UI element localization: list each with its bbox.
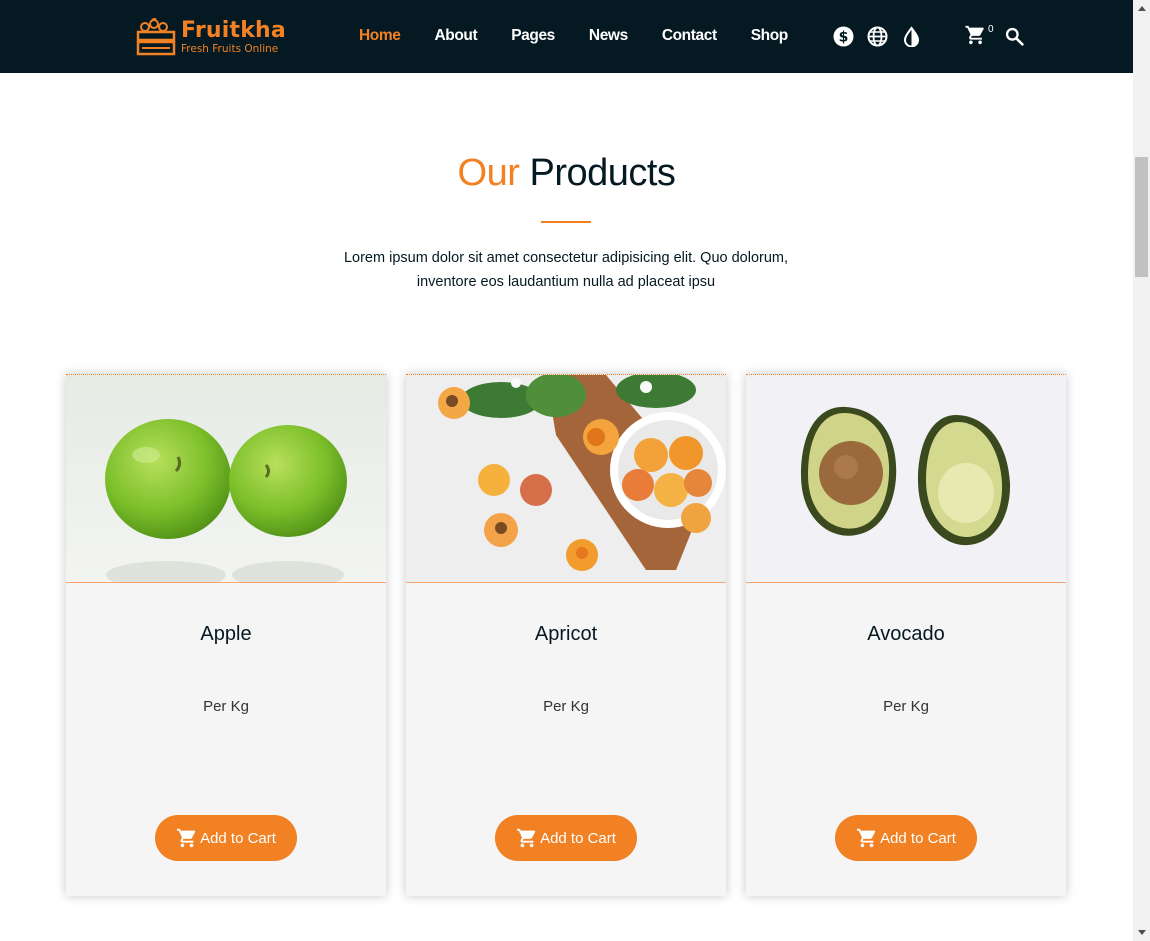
product-image-avocado[interactable] — [746, 375, 1066, 583]
product-name: Avocado — [867, 623, 945, 645]
add-to-cart-button[interactable]: Add to Cart — [495, 815, 637, 861]
section-title: Our Products — [0, 152, 1133, 195]
nav-pages[interactable]: Pages — [511, 27, 555, 45]
product-name: Apple — [200, 623, 252, 645]
add-to-cart-label: Add to Cart — [880, 829, 956, 847]
site-logo[interactable]: Fruitkha Fresh Fruits Online — [136, 18, 286, 56]
cart-button[interactable]: 0 — [964, 24, 994, 46]
add-to-cart-label: Add to Cart — [540, 829, 616, 847]
page: Fruitkha Fresh Fruits Online Home About … — [0, 0, 1133, 941]
product-card-apple: Apple Per Kg Add to Cart — [66, 374, 386, 896]
cart-icon — [965, 25, 984, 45]
top-header: Fruitkha Fresh Fruits Online Home About … — [0, 0, 1133, 73]
currency-icon[interactable]: $ — [832, 25, 854, 47]
cart-count: 0 — [988, 24, 994, 35]
add-to-cart-button[interactable]: Add to Cart — [835, 815, 977, 861]
globe-icon[interactable] — [866, 25, 888, 47]
logo-name: Fruitkha — [181, 17, 286, 43]
product-image-apple[interactable] — [66, 375, 386, 583]
product-card-apricot: Apricot Per Kg Add to Cart — [406, 374, 726, 896]
nav-news[interactable]: News — [589, 27, 628, 45]
scrollbar-thumb[interactable] — [1135, 157, 1148, 277]
title-rest: Products — [529, 152, 676, 194]
product-unit: Per Kg — [543, 698, 589, 715]
title-highlight: Our — [457, 152, 520, 194]
scroll-down-arrow-icon[interactable] — [1138, 930, 1146, 935]
add-to-cart-button[interactable]: Add to Cart — [155, 815, 297, 861]
cart-icon — [516, 828, 536, 848]
cart-icon — [856, 828, 876, 848]
section-intro: Lorem ipsum dolor sit amet consectetur a… — [300, 246, 832, 294]
product-image-apricot[interactable] — [406, 375, 726, 583]
logo-tagline: Fresh Fruits Online — [181, 42, 279, 55]
search-icon[interactable] — [1004, 26, 1025, 51]
nav-about[interactable]: About — [434, 27, 477, 45]
title-divider — [541, 221, 591, 223]
nav-contact[interactable]: Contact — [662, 27, 717, 45]
page-scrollbar[interactable] — [1133, 0, 1150, 941]
intro-line-1: Lorem ipsum dolor sit amet consectetur a… — [343, 250, 789, 266]
contrast-icon[interactable] — [900, 25, 922, 47]
product-unit: Per Kg — [203, 698, 249, 715]
intro-line-2: inventore eos laudantium nulla ad placea… — [416, 274, 716, 290]
product-unit: Per Kg — [883, 698, 929, 715]
add-to-cart-label: Add to Cart — [200, 829, 276, 847]
product-card-avocado: Avocado Per Kg Add to Cart — [746, 374, 1066, 896]
header-utility-icons: $ — [832, 25, 922, 47]
nav-shop[interactable]: Shop — [751, 27, 789, 45]
product-name: Apricot — [534, 623, 598, 645]
nav-home[interactable]: Home — [359, 27, 401, 45]
cart-icon — [176, 828, 196, 848]
main-nav: Home About Pages News Contact Shop — [359, 27, 822, 45]
fruit-crate-icon — [136, 18, 176, 56]
svg-text:$: $ — [838, 29, 848, 45]
scroll-up-arrow-icon[interactable] — [1138, 6, 1146, 11]
